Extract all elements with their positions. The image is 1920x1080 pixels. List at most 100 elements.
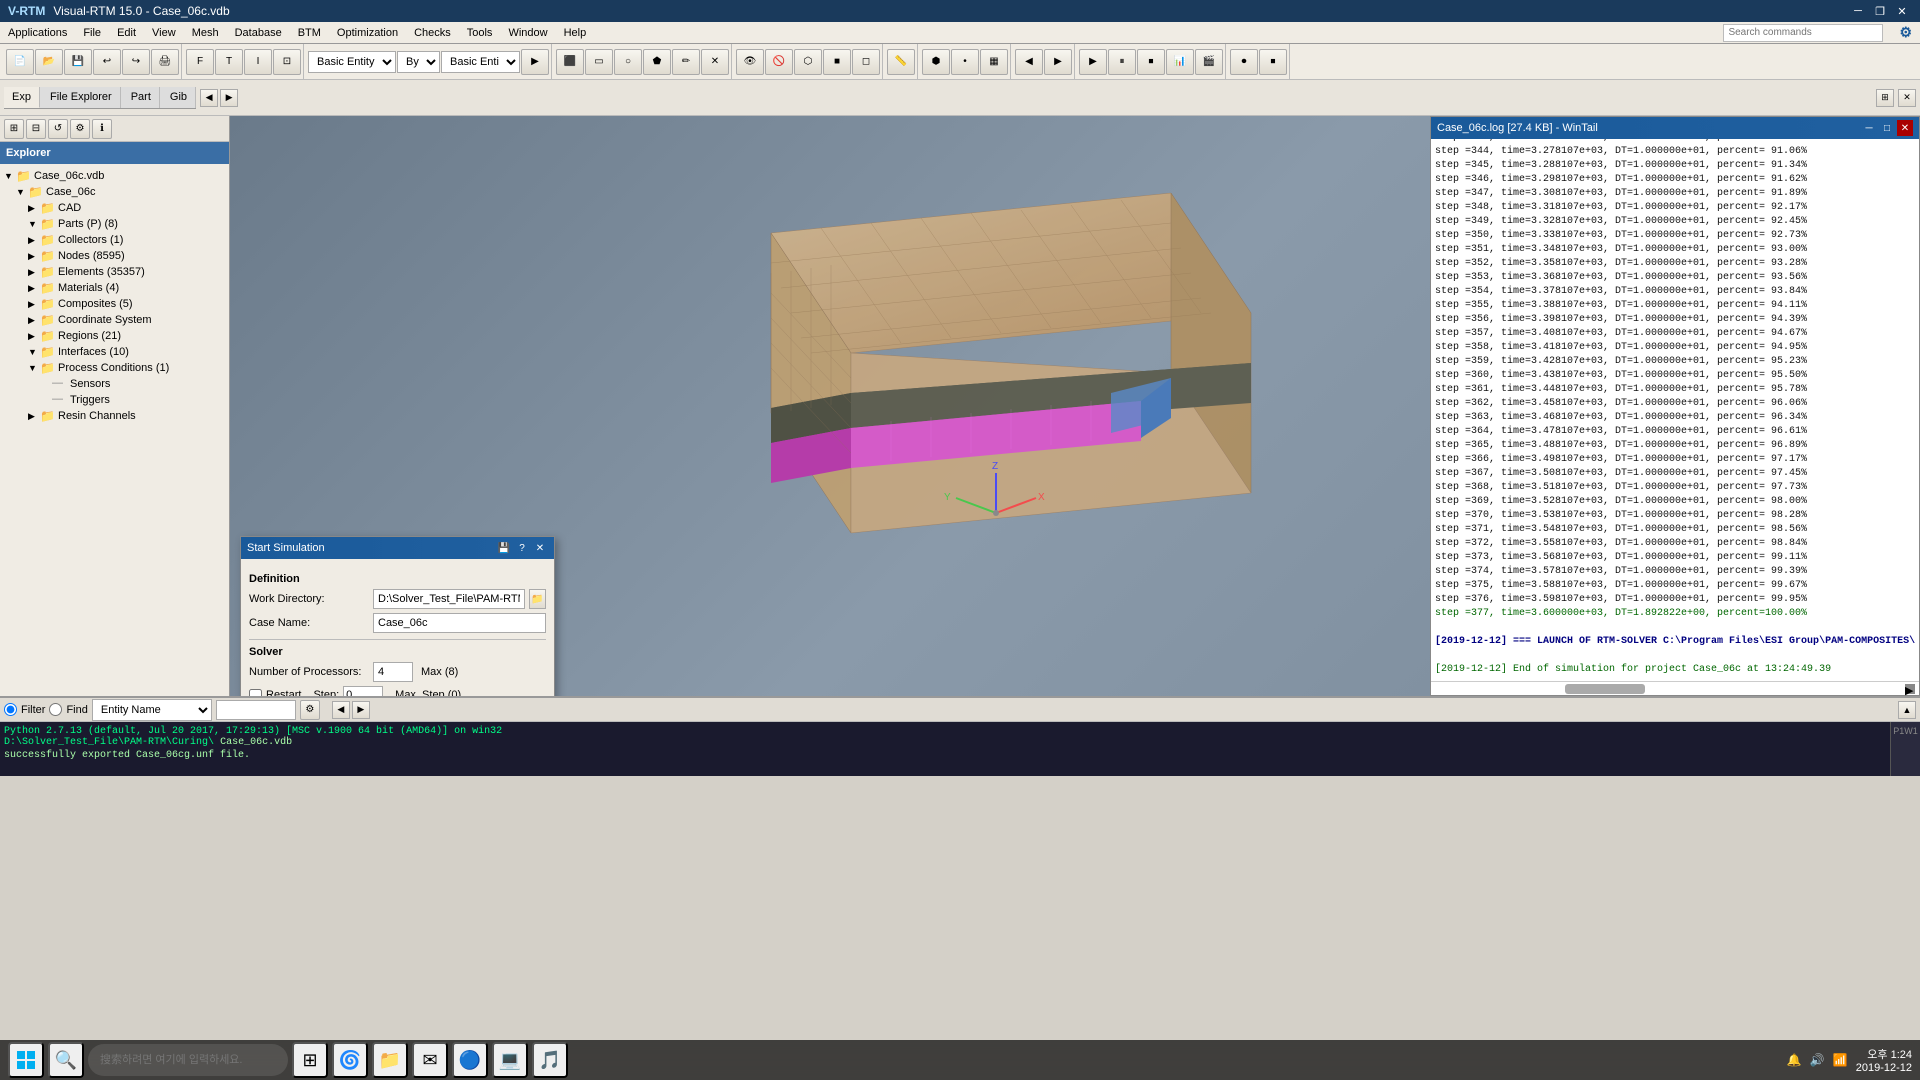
menu-view[interactable]: View: [144, 22, 184, 43]
panel-tab-part[interactable]: Part: [123, 87, 160, 108]
sel-circle-btn[interactable]: ○: [614, 49, 642, 75]
rtm-plot-btn[interactable]: 📊: [1166, 49, 1194, 75]
filter-radio[interactable]: [4, 703, 17, 716]
start-btn[interactable]: [8, 1042, 44, 1078]
menu-database[interactable]: Database: [227, 22, 290, 43]
parts-expand-icon[interactable]: ▼: [28, 219, 40, 229]
minimize-btn[interactable]: ─: [1848, 2, 1868, 20]
mesh-edge-btn[interactable]: ⬢: [922, 49, 950, 75]
toolbar-print-btn[interactable]: 🖨: [151, 49, 179, 75]
util-measure-btn[interactable]: 📏: [887, 49, 915, 75]
tree-regions[interactable]: ▶ 📁 Regions (21): [4, 328, 225, 344]
view-fit-btn[interactable]: ⊡: [273, 49, 301, 75]
tree-composites[interactable]: ▶ 📁 Composites (5): [4, 296, 225, 312]
view-front-btn[interactable]: F: [186, 49, 214, 75]
taskbar-search-btn[interactable]: 🔍: [48, 1042, 84, 1078]
find-radio[interactable]: [49, 703, 62, 716]
rtm-anim-btn[interactable]: 🎬: [1195, 49, 1223, 75]
log-window-titlebar[interactable]: Case_06c.log [27.4 KB] - WinTail ─ □ ✕: [1431, 117, 1919, 139]
sim-work-dir-browse-btn[interactable]: 📁: [529, 589, 546, 609]
rec-stop-btn[interactable]: ⏹: [1259, 49, 1287, 75]
explorer-collapse-btn[interactable]: ⊟: [26, 119, 46, 139]
mesh-node-btn[interactable]: •: [951, 49, 979, 75]
rtm-sim-btn[interactable]: ▶: [1079, 49, 1107, 75]
vis-shade-btn[interactable]: ■: [823, 49, 851, 75]
panel-nav-next[interactable]: ▶: [220, 89, 238, 107]
entity-name-select[interactable]: Entity Name: [92, 699, 212, 721]
taskbar-app-btn[interactable]: 🔵: [452, 1042, 488, 1078]
toolbar-save-btn[interactable]: 💾: [64, 49, 92, 75]
taskbar-app2-btn[interactable]: 💻: [492, 1042, 528, 1078]
tree-sensors[interactable]: — Sensors: [4, 376, 225, 392]
menu-window[interactable]: Window: [500, 22, 555, 43]
toolbar-undo-btn[interactable]: ↩: [93, 49, 121, 75]
right-terminal-panel[interactable]: P1W1: [1890, 722, 1920, 776]
filter-radio-label[interactable]: Filter: [4, 703, 45, 716]
log-content-area[interactable]: step =337, time=3.208107e+03, DT=1.00000…: [1431, 139, 1919, 681]
case-expand-icon[interactable]: ▼: [16, 187, 28, 197]
sim-case-name-input[interactable]: [373, 613, 546, 633]
selection-mode-select[interactable]: By: [397, 51, 440, 73]
toolbar-new-btn[interactable]: 📄: [6, 49, 34, 75]
panel-tab-gib[interactable]: Gib: [162, 87, 196, 108]
vis-show-btn[interactable]: 👁: [736, 49, 764, 75]
panel-tab-file-explorer[interactable]: File Explorer: [42, 87, 121, 108]
sim-save-btn[interactable]: 💾: [496, 540, 512, 556]
tree-parts[interactable]: ▼ 📁 Parts (P) (8): [4, 216, 225, 232]
log-horizontal-scrollbar[interactable]: ▶: [1431, 681, 1919, 695]
explorer-expand-btn[interactable]: ⊞: [4, 119, 24, 139]
root-expand-icon[interactable]: ▼: [4, 171, 16, 181]
taskbar-taskview-btn[interactable]: ⊞: [292, 1042, 328, 1078]
bottom-scroll-up[interactable]: ▲: [1898, 701, 1916, 719]
tree-case[interactable]: ▼ 📁 Case_06c: [4, 184, 225, 200]
sim-help-btn[interactable]: ?: [514, 540, 530, 556]
menu-help[interactable]: Help: [556, 22, 595, 43]
tree-nodes[interactable]: ▶ 📁 Nodes (8595): [4, 248, 225, 264]
sim-close-btn[interactable]: ✕: [532, 540, 548, 556]
rtm-stop-btn[interactable]: ⏹: [1137, 49, 1165, 75]
elements-expand-icon[interactable]: ▶: [28, 267, 40, 278]
bottom-nav-left[interactable]: ◀: [332, 701, 350, 719]
sim-num-proc-input[interactable]: [373, 662, 413, 682]
sel-poly-btn[interactable]: ⬟: [643, 49, 671, 75]
resin-expand-icon[interactable]: ▶: [28, 411, 40, 422]
sel-all-btn[interactable]: ⬛: [556, 49, 584, 75]
toolbar-open-btn[interactable]: 📂: [35, 49, 63, 75]
taskbar-search-input[interactable]: [88, 1044, 288, 1076]
menu-optimization[interactable]: Optimization: [329, 22, 406, 43]
menu-file[interactable]: File: [75, 22, 109, 43]
find-radio-label[interactable]: Find: [49, 703, 87, 716]
menu-applications[interactable]: Applications: [0, 22, 75, 43]
sel-clear-btn[interactable]: ✕: [701, 49, 729, 75]
tree-materials[interactable]: ▶ 📁 Materials (4): [4, 280, 225, 296]
materials-expand-icon[interactable]: ▶: [28, 283, 40, 294]
nodes-expand-icon[interactable]: ▶: [28, 251, 40, 262]
toolbar-redo-btn[interactable]: ↪: [122, 49, 150, 75]
tree-coord-system[interactable]: ▶ 📁 Coordinate System: [4, 312, 225, 328]
close-btn[interactable]: ✕: [1892, 2, 1912, 20]
filter-input[interactable]: [216, 700, 296, 720]
log-scrollbar-thumb[interactable]: [1565, 684, 1645, 694]
view-top-btn[interactable]: T: [215, 49, 243, 75]
viewport-3d[interactable]: X Y Z Start Simulation 💾 ? ✕: [230, 116, 1920, 696]
tree-resin-channels[interactable]: ▶ 📁 Resin Channels: [4, 408, 225, 424]
collectors-expand-icon[interactable]: ▶: [28, 235, 40, 246]
sim-dialog-titlebar[interactable]: Start Simulation 💾 ? ✕: [241, 537, 554, 559]
composites-expand-icon[interactable]: ▶: [28, 299, 40, 310]
log-close-btn[interactable]: ✕: [1897, 120, 1913, 136]
process-expand-icon[interactable]: ▼: [28, 363, 40, 373]
entity-type-select[interactable]: Basic Entity: [308, 51, 396, 73]
taskbar-mail-btn[interactable]: ✉: [412, 1042, 448, 1078]
rec-start-btn[interactable]: ⏺: [1230, 49, 1258, 75]
panel-close-btn[interactable]: ✕: [1898, 89, 1916, 107]
panel-float-btn[interactable]: ⊞: [1876, 89, 1894, 107]
log-minimize-btn[interactable]: ─: [1861, 120, 1877, 136]
sim-step-input[interactable]: [343, 686, 383, 696]
entity-arrow-btn[interactable]: ▶: [521, 49, 549, 75]
search-commands-input[interactable]: [1723, 24, 1883, 42]
interfaces-expand-icon[interactable]: ▼: [28, 347, 40, 357]
explorer-refresh-btn[interactable]: ↺: [48, 119, 68, 139]
tree-triggers[interactable]: — Triggers: [4, 392, 225, 408]
tree-cad[interactable]: ▶ 📁 CAD: [4, 200, 225, 216]
taskbar-edge-btn[interactable]: 🌀: [332, 1042, 368, 1078]
